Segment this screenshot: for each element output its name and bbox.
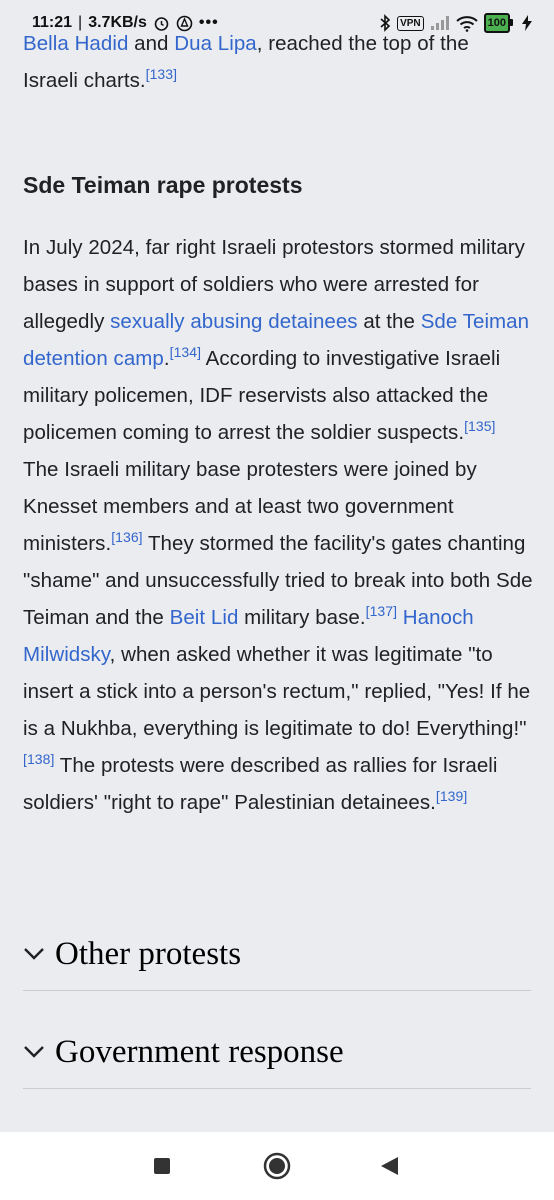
para-text: military base. <box>238 606 366 629</box>
network-speed: 3.7KB/s <box>88 14 147 31</box>
section-government-response[interactable]: Government response <box>23 1016 531 1089</box>
reference-135[interactable]: [135] <box>464 418 495 434</box>
reference-137[interactable]: [137] <box>366 603 397 619</box>
status-bar-right: VPN 100 <box>379 13 532 33</box>
system-navigation-bar <box>0 1132 554 1200</box>
reference-133[interactable]: [133] <box>146 66 177 82</box>
article-page: 11:21 | 3.7KB/s ••• VPN 100 Bella Hadid … <box>0 0 554 1132</box>
recents-button[interactable] <box>142 1146 182 1186</box>
chevron-down-icon <box>23 1041 45 1063</box>
link-sexually-abusing-detainees[interactable]: sexually abusing detainees <box>110 310 357 333</box>
triangle-back-icon <box>381 1157 398 1175</box>
reference-134[interactable]: [134] <box>170 344 201 360</box>
section-title-government-response: Government response <box>55 1033 344 1070</box>
para-text: The protests were described as rallies f… <box>23 754 498 814</box>
section-title-other-protests: Other protests <box>55 935 242 972</box>
home-button[interactable] <box>257 1146 297 1186</box>
link-beit-lid[interactable]: Beit Lid <box>170 606 239 629</box>
battery-level: 100 <box>487 17 506 29</box>
alarm-icon <box>153 15 170 32</box>
back-button[interactable] <box>370 1146 410 1186</box>
signal-icon <box>430 15 450 31</box>
section-heading: Sde Teiman rape protests <box>23 172 303 198</box>
section-paragraph: In July 2024, far right Israeli protesto… <box>23 229 533 821</box>
wifi-icon <box>455 15 478 32</box>
clock: 11:21 <box>32 14 73 31</box>
reference-139[interactable]: [139] <box>436 788 467 804</box>
app-notification-icon <box>176 15 193 32</box>
chevron-down-icon <box>23 943 45 965</box>
para-text: at the <box>357 310 421 333</box>
battery-indicator: 100 <box>483 13 514 33</box>
charging-icon <box>522 15 532 31</box>
circle-icon <box>263 1152 291 1180</box>
status-bar: 11:21 | 3.7KB/s ••• VPN 100 <box>0 0 554 46</box>
more-notifications-icon: ••• <box>198 14 219 31</box>
text-line2: Israeli charts. <box>23 69 146 92</box>
reference-138[interactable]: [138] <box>23 751 54 767</box>
bluetooth-icon <box>379 14 391 32</box>
section-other-protests[interactable]: Other protests <box>23 918 531 991</box>
vpn-badge: VPN <box>397 15 424 31</box>
status-bar-left: 11:21 | 3.7KB/s ••• <box>32 14 219 32</box>
reference-136[interactable]: [136] <box>111 529 142 545</box>
separator: | <box>78 14 83 31</box>
square-icon <box>154 1158 170 1174</box>
